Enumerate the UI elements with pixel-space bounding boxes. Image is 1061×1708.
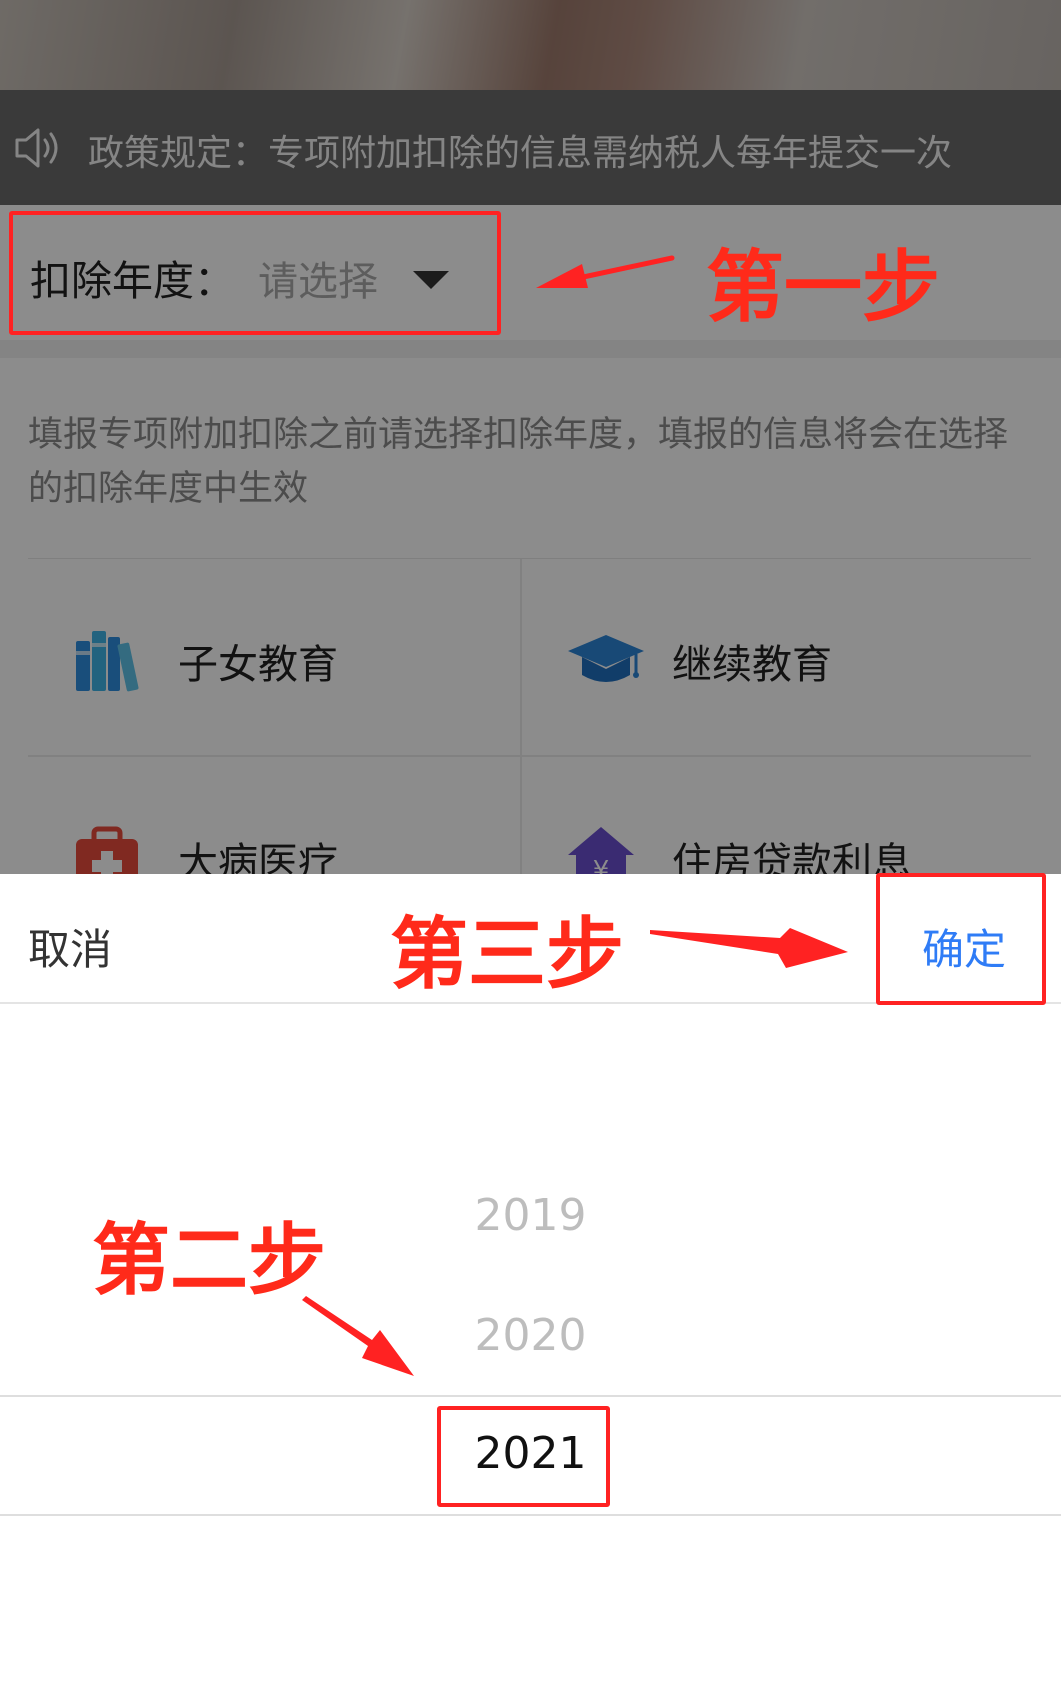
picker-selection-bottom-line	[0, 1514, 1061, 1516]
step1-label: 第一步	[706, 243, 941, 333]
step2-highlight-box	[437, 1406, 610, 1507]
step3-highlight-box	[876, 873, 1046, 1005]
step2-label: 第二步	[92, 1216, 327, 1306]
modal-overlay[interactable]	[0, 0, 1061, 874]
picker-selection-top-line	[0, 1395, 1061, 1397]
cancel-button[interactable]: 取消	[28, 916, 112, 977]
step1-highlight-box	[9, 211, 501, 335]
deduction-page: 政策规定：专项附加扣除的信息需纳税人每年提交一次 扣除年度： 请选择 填报专项附…	[0, 0, 1061, 874]
step3-label: 第三步	[390, 910, 625, 1000]
picker-option-2020[interactable]: 2020	[0, 1310, 1061, 1361]
